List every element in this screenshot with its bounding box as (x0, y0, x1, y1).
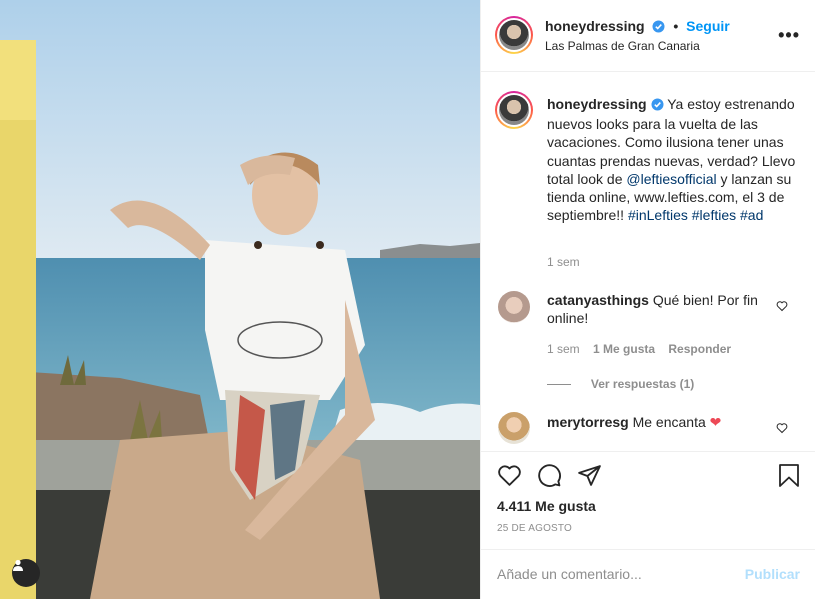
caption-time[interactable]: 1 sem (547, 255, 580, 269)
like-comment-icon[interactable] (776, 422, 788, 434)
location-link[interactable]: Las Palmas de Gran Canaria (545, 39, 700, 53)
comments-list: honeydressing Ya estoy estrenando nuevos… (481, 73, 815, 451)
photo-scene (0, 0, 480, 599)
comment-avatar[interactable] (498, 291, 530, 323)
hashtag-link[interactable]: #inLefties (628, 207, 688, 223)
instagram-post: honeydressing • Seguir Las Palmas de Gra… (0, 0, 815, 599)
comment-time[interactable]: 1 sem (547, 342, 580, 356)
caption-avatar[interactable] (495, 91, 533, 129)
mention-link[interactable]: @leftiesofficial (626, 171, 716, 187)
comment-avatar[interactable] (498, 412, 530, 444)
more-options-button[interactable]: ••• (778, 26, 800, 44)
replies-line (547, 383, 571, 385)
verified-icon (651, 97, 664, 115)
tagged-users-button[interactable] (12, 559, 40, 587)
hashtag-link[interactable]: #lefties (692, 207, 736, 223)
header-title-row: honeydressing • Seguir (545, 18, 730, 36)
author-avatar[interactable] (495, 16, 533, 54)
post-photo[interactable] (0, 0, 480, 599)
comment-meta-row: 1 sem 1 Me gusta Responder (547, 342, 731, 356)
view-replies-row[interactable]: Ver respuestas (1) (547, 375, 694, 391)
comment-input[interactable]: Añade un comentario... (497, 566, 642, 582)
post-actions: 4.411 Me gusta 25 DE AGOSTO Añade un com… (481, 451, 815, 599)
share-icon[interactable] (577, 463, 602, 488)
post-date[interactable]: 25 DE AGOSTO (497, 523, 572, 534)
comment-text: catanyasthings Qué bien! Por fin online! (547, 291, 767, 327)
separator-dot: • (673, 18, 679, 34)
caption-username[interactable]: honeydressing (547, 96, 647, 112)
post-header: honeydressing • Seguir Las Palmas de Gra… (481, 0, 815, 72)
follow-button[interactable]: Seguir (686, 18, 730, 34)
author-username[interactable]: honeydressing (545, 18, 645, 34)
likes-count[interactable]: 4.411 Me gusta (497, 498, 596, 514)
caption-text: honeydressing Ya estoy estrenando nuevos… (547, 95, 805, 224)
comment-body: Me encanta (632, 414, 706, 430)
comment-text: merytorresg Me encanta ❤ (547, 413, 767, 431)
comment-icon[interactable] (537, 463, 562, 488)
like-icon[interactable] (497, 463, 522, 488)
publish-button[interactable]: Publicar (745, 566, 800, 582)
view-replies-button[interactable]: Ver respuestas (1) (591, 377, 694, 391)
post-sidebar: honeydressing • Seguir Las Palmas de Gra… (480, 0, 815, 599)
hashtag-link[interactable]: #ad (740, 207, 763, 223)
heart-emoji: ❤ (709, 414, 722, 430)
comment-username[interactable]: catanyasthings (547, 292, 649, 308)
verified-icon (652, 20, 665, 36)
comment-username[interactable]: merytorresg (547, 414, 629, 430)
add-comment-bar: Añade un comentario... Publicar (481, 549, 815, 600)
save-icon[interactable] (778, 463, 800, 488)
reply-button[interactable]: Responder (668, 342, 731, 356)
like-comment-icon[interactable] (776, 300, 788, 312)
user-icon (13, 559, 23, 571)
comment-likes[interactable]: 1 Me gusta (593, 342, 655, 356)
